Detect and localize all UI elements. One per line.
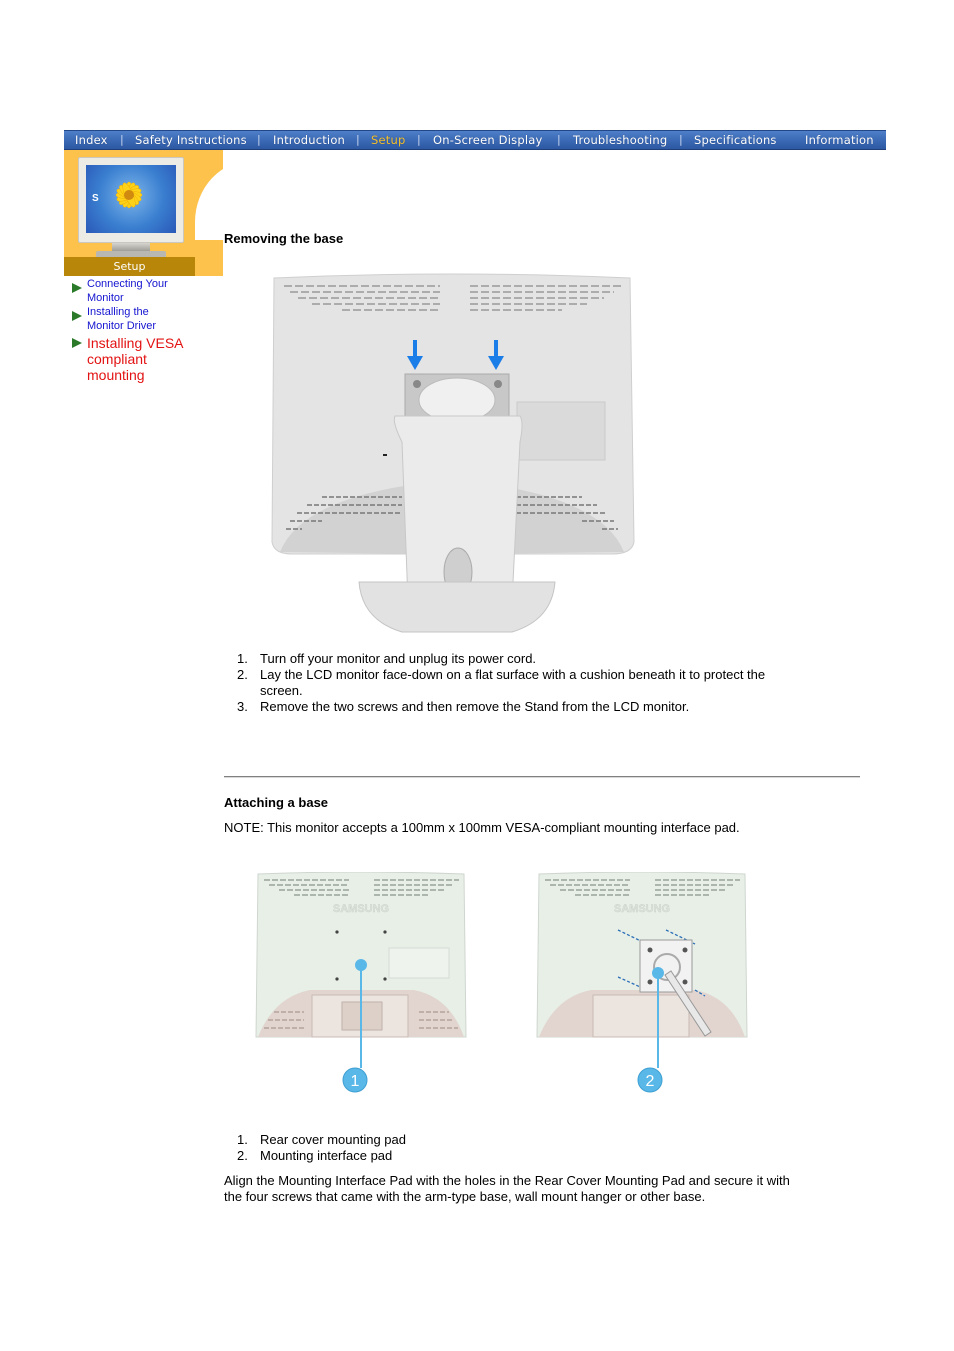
attaching-items-list: 1. Rear cover mounting pad 2. Mounting i… (224, 1132, 624, 1164)
list-item: 3. Remove the two screws and then remove… (237, 699, 690, 714)
sidebar-link-connecting-monitor[interactable]: Connecting Your Monitor (70, 278, 200, 305)
list-item: 1. Turn off your monitor and unplug its … (237, 651, 537, 666)
removing-steps-list: 1. Turn off your monitor and unplug its … (224, 651, 844, 715)
nav-separator: | (417, 133, 421, 146)
brand-text: SAMSUNG (614, 903, 670, 915)
monitor-logo-letter: S (92, 193, 99, 204)
nav-separator: | (257, 133, 261, 146)
arrow-right-icon (72, 338, 82, 348)
vesa-note: NOTE: This monitor accepts a 100mm x 100… (224, 820, 740, 835)
arrow-right-icon (72, 283, 82, 293)
sidebar-links: Connecting Your Monitor Installing the M… (70, 278, 200, 384)
nav-introduction[interactable]: Introduction (273, 133, 345, 147)
nav-specifications[interactable]: Specifications (694, 133, 777, 147)
nav-separator: | (356, 133, 360, 146)
nav-information[interactable]: Information (805, 133, 874, 147)
brand-text: SAMSUNG (333, 903, 389, 915)
sidebar-section-label: Setup (64, 257, 195, 276)
nav-separator: | (557, 133, 561, 146)
list-item: 2. Mounting interface pad (237, 1148, 393, 1163)
mounting-interface-figure: SAMSUNG 2 (536, 872, 748, 1093)
nav-separator: | (120, 133, 124, 146)
section-divider (224, 776, 860, 778)
nav-on-screen-display[interactable]: On-Screen Display (433, 133, 542, 147)
mounting-instructions: Align the Mounting Interface Pad with th… (224, 1173, 790, 1204)
nav-troubleshooting[interactable]: Troubleshooting (573, 133, 667, 147)
list-item: 1. Rear cover mounting pad (237, 1132, 406, 1147)
top-navigation: Index | Safety Instructions | Introducti… (64, 130, 886, 150)
monitor-rear-stand-figure (271, 273, 635, 633)
nav-index[interactable]: Index (75, 133, 108, 147)
callout-number: 2 (646, 1073, 655, 1090)
sidebar-link-installing-vesa[interactable]: Installing VESA compliant mounting (70, 335, 200, 383)
list-item: 2. Lay the LCD monitor face-down on a fl… (237, 667, 766, 698)
callout-number: 1 (351, 1073, 360, 1090)
section-title-removing: Removing the base (224, 231, 344, 246)
sunflower-icon (115, 181, 143, 209)
section-title-attaching: Attaching a base (224, 795, 329, 810)
nav-safety-instructions[interactable]: Safety Instructions (135, 133, 247, 147)
nav-setup[interactable]: Setup (371, 133, 405, 147)
rear-cover-figure: SAMSUNG 1 (255, 872, 467, 1093)
sidebar-link-installing-driver[interactable]: Installing the Monitor Driver (70, 306, 200, 333)
monitor-stand (112, 243, 150, 251)
nav-separator: | (679, 133, 683, 146)
arrow-right-icon (72, 311, 82, 321)
